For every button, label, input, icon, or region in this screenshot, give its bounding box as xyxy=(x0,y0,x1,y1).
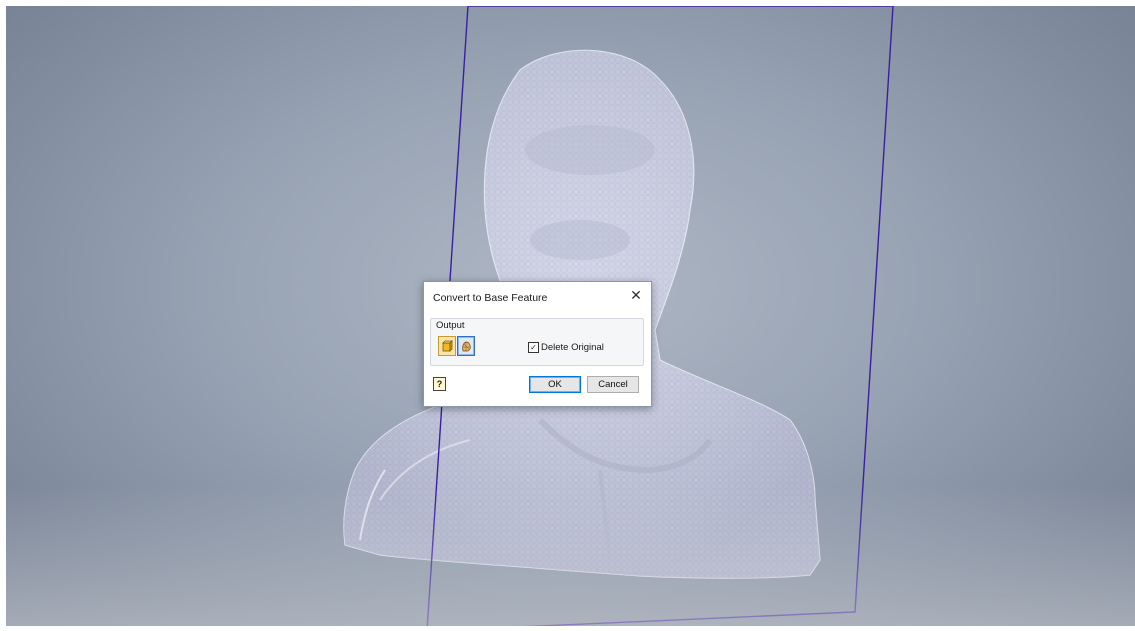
mesh-output-icon xyxy=(462,341,471,352)
output-group: Output ✓ Delete Original xyxy=(430,318,644,366)
checkbox-box[interactable]: ✓ xyxy=(528,342,539,353)
convert-to-base-feature-dialog: Convert to Base Feature ✕ Output ✓ Delet… xyxy=(423,281,652,407)
delete-original-label: Delete Original xyxy=(541,342,604,353)
solid-output-button[interactable] xyxy=(438,336,456,356)
solid-output-icon xyxy=(442,340,453,352)
delete-original-checkbox[interactable]: ✓ Delete Original xyxy=(528,342,604,353)
help-icon[interactable]: ? xyxy=(433,377,446,391)
mesh-output-button[interactable] xyxy=(457,336,475,356)
ok-button[interactable]: OK xyxy=(529,376,581,393)
cancel-button[interactable]: Cancel xyxy=(587,376,639,393)
output-group-label: Output xyxy=(436,320,465,331)
close-icon[interactable]: ✕ xyxy=(627,286,645,304)
dialog-title: Convert to Base Feature xyxy=(433,292,548,304)
